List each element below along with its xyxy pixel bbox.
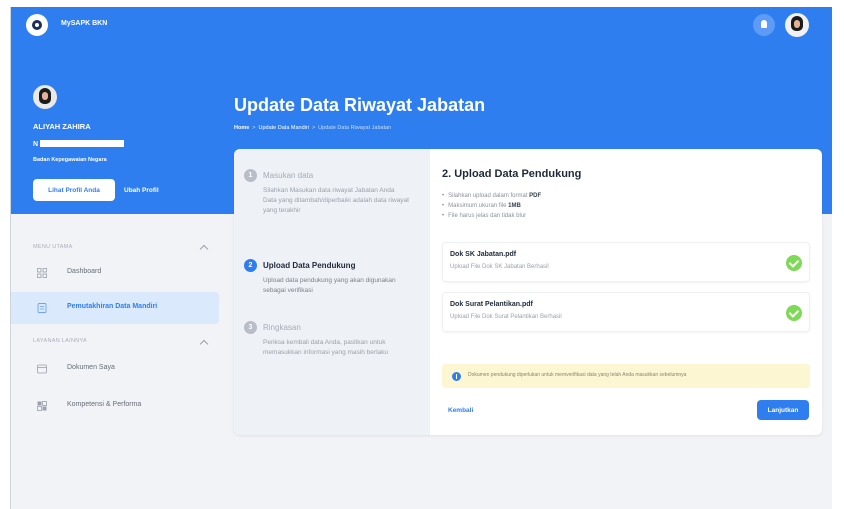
menu-section-other: LAYANAN LAINNYA — [33, 338, 88, 344]
page-title: Update Data Riwayat Jabatan — [234, 95, 486, 115]
stepper: 1 Masukan data Silahkan Masukan data riw… — [234, 149, 430, 435]
profile-id: N — [33, 141, 39, 148]
grid-icon — [37, 268, 47, 278]
document-upload-sk-jabatan[interactable]: Dok SK Jabatan.pdf Upload File Dok SK Ja… — [442, 242, 810, 282]
sidebar-item-my-documents[interactable]: Dokumen Saya — [11, 353, 219, 385]
sidebar-item-label: Pemutakhiran Data Mandiri — [67, 303, 158, 310]
step-description: Upload data pendukung yang akan digunaka… — [263, 277, 396, 294]
edit-profile-link[interactable]: Ubah Profil — [124, 187, 159, 194]
folder-icon — [37, 364, 47, 374]
breadcrumb: Home > Update Data Mandiri > Update Data Riw… — [234, 125, 392, 131]
breadcrumb-data-update[interactable]: Update Data Mandiri — [259, 125, 309, 131]
requirement-item: File harus jelas dan tidak blur — [442, 211, 541, 221]
step-description: Silahkan Masukan data riwayat Jabatan An… — [263, 187, 409, 214]
step-title: Ringkasan — [263, 323, 301, 332]
requirement-item: Maksimum ukuran file 1MB — [442, 201, 541, 211]
sidebar-item-label: Kompetensi & Performa — [67, 401, 142, 408]
profile-id-redaction — [40, 140, 124, 147]
document-status-text: Upload File Dok SK Jabatan Berhasil — [450, 264, 549, 270]
update-form-card: 1 Masukan data Silahkan Masukan data riw… — [234, 149, 822, 435]
user-avatar[interactable] — [785, 13, 809, 37]
sidebar-item-label: Dokumen Saya — [67, 364, 115, 371]
document-upload-surat-pelantikan[interactable]: Dok Surat Pelantikan.pdf Upload File Dok… — [442, 292, 810, 332]
document-title: Dok SK Jabatan.pdf — [450, 251, 517, 258]
back-button[interactable]: Kembali — [448, 407, 473, 414]
chevron-up-icon[interactable] — [199, 339, 209, 349]
document-icon — [37, 303, 47, 313]
document-title: Dok Surat Pelantikan.pdf — [450, 301, 533, 308]
chevron-up-icon[interactable] — [199, 244, 209, 254]
profile-name: ALIYAH ZAHIRA — [33, 122, 91, 131]
document-status-text: Upload File Dok Surat Pelantikan Berhasi… — [450, 314, 562, 320]
continue-button[interactable]: Lanjutkan — [757, 400, 809, 420]
notice-text: Dokumen pendukung diperlukan untuk memve… — [468, 372, 687, 378]
sidebar: ALIYAH ZAHIRA N Badan Kepegawaian Negara… — [11, 7, 229, 509]
sidebar-item-label: Dashboard — [67, 268, 102, 275]
check-circle-icon — [786, 255, 802, 271]
app-window: MySAPK BKN ALIYAH ZAHIRA N Badan Kepegaw… — [10, 7, 832, 509]
info-icon — [452, 372, 461, 381]
sidebar-item-dashboard[interactable]: Dashboard — [11, 257, 219, 289]
step-number: 1 — [244, 169, 257, 182]
step-title: Upload Data Pendukung — [263, 261, 356, 270]
section-title: 2. Upload Data Pendukung — [442, 168, 582, 180]
info-notice: Dokumen pendukung diperlukan untuk memve… — [442, 364, 810, 388]
breadcrumb-home[interactable]: Home — [234, 125, 249, 131]
notification-bell-icon[interactable] — [753, 14, 775, 36]
step-description: Periksa kembali data Anda, pastikan untu… — [263, 339, 388, 356]
requirement-item: Silahkan upload dalam format PDF — [442, 191, 541, 201]
menu-section-main: MENU UTAMA — [33, 244, 73, 250]
requirements-list: Silahkan upload dalam format PDF Maksimu… — [442, 191, 541, 221]
breadcrumb-current: Update Data Riwayat Jabatan — [318, 125, 392, 131]
sidebar-item-data-update[interactable]: Pemutakhiran Data Mandiri — [11, 292, 219, 324]
profile-avatar — [33, 85, 57, 109]
step-number: 3 — [244, 321, 257, 334]
view-profile-button[interactable]: Lihat Profil Anda — [33, 179, 115, 201]
chart-icon — [37, 401, 47, 411]
sidebar-item-competency[interactable]: Kompetensi & Performa — [11, 390, 219, 422]
check-circle-icon — [786, 305, 802, 321]
step-title: Masukan data — [263, 171, 314, 180]
step-number: 2 — [244, 259, 257, 272]
profile-organization: Badan Kepegawaian Negara — [33, 157, 107, 163]
